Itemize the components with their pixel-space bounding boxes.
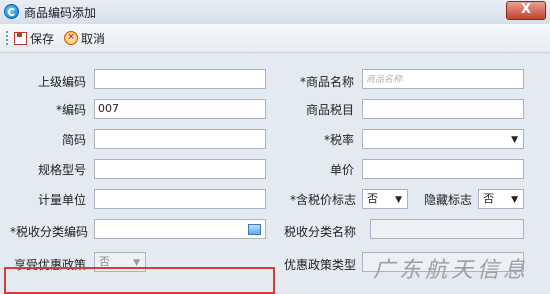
hidden-flag-label: 隐藏标志 bbox=[423, 193, 472, 207]
tax-rate-label: *税率 bbox=[323, 133, 354, 147]
tax-class-code-highlight bbox=[4, 267, 275, 294]
hidden-flag-select[interactable]: 否 ▼ bbox=[478, 189, 524, 209]
cancel-icon: × bbox=[64, 31, 78, 45]
spec-label: 规格型号 bbox=[37, 163, 86, 177]
picker-icon[interactable] bbox=[248, 224, 261, 235]
chevron-down-icon: ▼ bbox=[395, 195, 402, 205]
hidden-flag-value: 否 bbox=[483, 192, 494, 205]
product-name-input[interactable]: 商品名称 bbox=[362, 69, 524, 89]
unit-price-label: 单价 bbox=[329, 163, 354, 177]
watermark: 广东航天信息 bbox=[373, 258, 530, 283]
save-button[interactable]: 保存 bbox=[14, 29, 54, 47]
short-code-input[interactable] bbox=[94, 129, 266, 149]
chevron-down-icon: ▼ bbox=[511, 195, 518, 205]
product-tax-item-input[interactable] bbox=[362, 99, 524, 119]
cancel-button[interactable]: × 取消 bbox=[64, 29, 105, 47]
title-bar: 商品编码添加 X bbox=[0, 0, 550, 24]
parent-code-label: 上级编码 bbox=[37, 75, 86, 89]
tax-included-flag-value: 否 bbox=[367, 192, 378, 205]
app-logo-icon bbox=[4, 4, 19, 19]
tax-rate-select[interactable]: ▼ bbox=[362, 129, 524, 149]
product-name-label: *商品名称 bbox=[299, 75, 354, 89]
unit-input[interactable] bbox=[94, 189, 266, 209]
code-label: *编码 bbox=[55, 103, 86, 117]
product-name-placeholder: 商品名称 bbox=[366, 75, 403, 85]
tax-class-name-label: 税收分类名称 bbox=[283, 225, 356, 239]
code-input[interactable]: 007 bbox=[94, 99, 266, 119]
chevron-down-icon: ▼ bbox=[511, 135, 518, 145]
unit-price-input[interactable] bbox=[362, 159, 524, 179]
window-title: 商品编码添加 bbox=[24, 6, 97, 20]
short-code-label: 简码 bbox=[61, 133, 86, 147]
tax-included-flag-select[interactable]: 否 ▼ bbox=[362, 189, 408, 209]
product-tax-item-label: 商品税目 bbox=[305, 103, 354, 117]
tax-class-code-input[interactable] bbox=[94, 219, 266, 239]
tax-included-flag-label: *含税价标志 bbox=[289, 193, 356, 207]
parent-code-input[interactable] bbox=[94, 69, 266, 89]
cancel-label: 取消 bbox=[81, 31, 106, 46]
toolbar: 保存 × 取消 bbox=[0, 24, 550, 53]
save-label: 保存 bbox=[30, 31, 55, 46]
policy-type-label: 优惠政策类型 bbox=[283, 258, 356, 272]
close-button[interactable]: X bbox=[506, 1, 546, 20]
save-icon bbox=[14, 31, 27, 45]
tax-class-code-label: *税收分类编码 bbox=[9, 225, 88, 239]
toolbar-grip bbox=[6, 31, 8, 45]
unit-label: 计量单位 bbox=[37, 193, 86, 207]
tax-class-name-input bbox=[370, 219, 524, 239]
spec-input[interactable] bbox=[94, 159, 266, 179]
